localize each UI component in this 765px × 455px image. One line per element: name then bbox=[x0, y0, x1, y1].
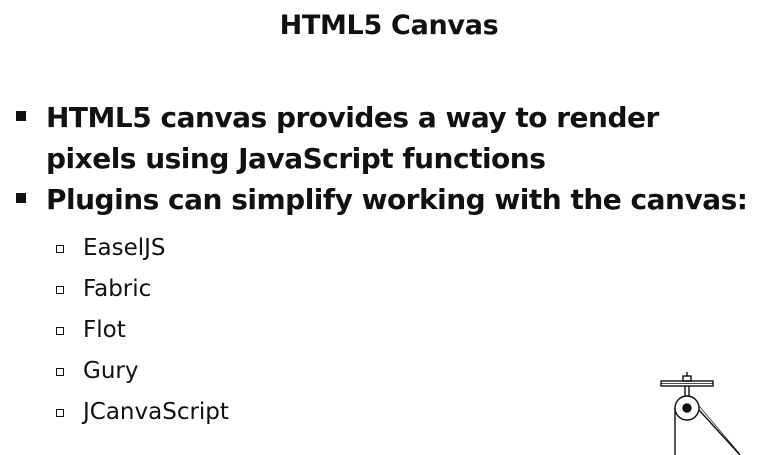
square-bullet-icon bbox=[16, 111, 26, 121]
sub-bullet-list: EaselJS Fabric Flot Gury JCanvaScript bbox=[56, 228, 229, 433]
bullet-list: HTML5 canvas provides a way to render pi… bbox=[16, 97, 756, 220]
square-bullet-icon bbox=[16, 193, 26, 203]
sub-bullet-item: Flot bbox=[56, 310, 229, 351]
hollow-square-bullet-icon bbox=[56, 327, 64, 335]
sub-bullet-item: JCanvaScript bbox=[56, 392, 229, 433]
hollow-square-bullet-icon bbox=[56, 409, 64, 417]
sub-bullet-text: JCanvaScript bbox=[83, 399, 229, 425]
bullet-text: Plugins can simplify working with the ca… bbox=[46, 183, 748, 216]
sub-bullet-text: Fabric bbox=[83, 276, 152, 302]
bullet-text: HTML5 canvas provides a way to render pi… bbox=[46, 101, 659, 175]
sub-bullet-item: Gury bbox=[56, 351, 229, 392]
sub-bullet-text: EaselJS bbox=[83, 235, 166, 261]
hollow-square-bullet-icon bbox=[56, 245, 64, 253]
hollow-square-bullet-icon bbox=[56, 286, 64, 294]
sub-bullet-item: EaselJS bbox=[56, 228, 229, 269]
pulley-icon bbox=[660, 372, 741, 455]
slide-title: HTML5 Canvas bbox=[279, 10, 499, 41]
hollow-square-bullet-icon bbox=[56, 368, 64, 376]
sub-bullet-text: Gury bbox=[83, 358, 139, 384]
bullet-item: HTML5 canvas provides a way to render pi… bbox=[16, 97, 756, 179]
bullet-item: Plugins can simplify working with the ca… bbox=[16, 179, 756, 220]
sub-bullet-text: Flot bbox=[83, 317, 126, 343]
sub-bullet-item: Fabric bbox=[56, 269, 229, 310]
